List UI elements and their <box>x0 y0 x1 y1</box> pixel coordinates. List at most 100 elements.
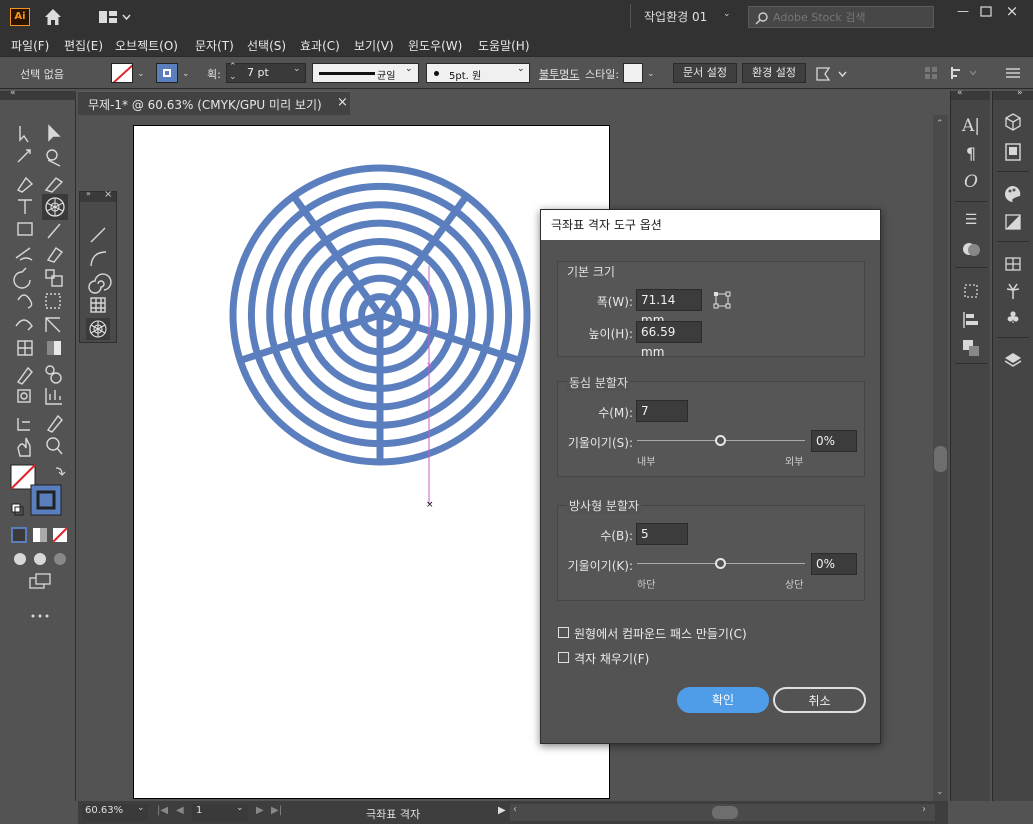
close-window-button[interactable]: × <box>1001 2 1023 20</box>
next-page-icon[interactable]: ▶ <box>256 805 264 816</box>
collapse-icon[interactable]: « <box>957 88 963 98</box>
libraries-panel-icon[interactable] <box>1002 141 1024 163</box>
menu-edit[interactable]: 편집(E) <box>64 37 103 54</box>
stock-search-input[interactable] <box>773 9 929 25</box>
character-panel-icon[interactable]: A| <box>960 115 982 137</box>
3d-panel-icon[interactable] <box>1002 111 1024 133</box>
flyout-tools[interactable] <box>80 204 116 344</box>
ok-button[interactable]: 확인 <box>677 687 769 713</box>
fill-grid-checkbox[interactable] <box>558 652 569 663</box>
menu-object[interactable]: 오브젝트(O) <box>115 37 178 54</box>
scroll-up-icon[interactable]: ⌃ <box>936 119 944 129</box>
brush-dropdown[interactable]: 5pt. 원 ⌄ <box>426 63 530 83</box>
document-setup-button[interactable]: 문서 설정 <box>673 63 737 83</box>
fill-swatch[interactable] <box>111 63 133 83</box>
right-panel-strip-2: » ♣ <box>992 88 1033 801</box>
scroll-right-icon[interactable]: › <box>922 804 926 815</box>
menu-file[interactable]: 파일(F) <box>11 37 49 54</box>
arrange-documents-icon[interactable] <box>98 9 132 25</box>
chevron-down-icon[interactable]: ⌄ <box>182 69 190 79</box>
transform-panel-icon[interactable] <box>960 280 982 302</box>
chevron-down-icon[interactable]: ⌄ <box>236 803 244 813</box>
symbols-panel-icon[interactable]: ♣ <box>1002 307 1024 329</box>
compound-path-checkbox[interactable] <box>558 627 569 638</box>
brushes-panel-icon[interactable] <box>1002 280 1024 302</box>
close-tab-icon[interactable]: × <box>337 95 348 110</box>
zoom-field[interactable]: 60.63% ⌄ <box>82 803 148 821</box>
scroll-thumb[interactable] <box>934 446 947 472</box>
chevron-down-icon[interactable]: ⌄ <box>137 803 145 813</box>
menu-effect[interactable]: 효과(C) <box>300 37 340 54</box>
align-grid-icon[interactable] <box>924 66 938 80</box>
home-icon[interactable] <box>42 6 64 28</box>
chevron-down-icon[interactable]: ⌄ <box>137 69 145 79</box>
chevron-down-icon[interactable]: ⌄ <box>293 64 301 74</box>
document-tab[interactable]: 무제-1* @ 60.63% (CMYK/GPU 미리 보기) × <box>78 91 350 115</box>
maximize-button[interactable] <box>975 4 997 20</box>
width-field[interactable]: 71.14 mm <box>636 289 702 327</box>
radial-skew-knob[interactable] <box>715 558 726 569</box>
chevron-down-icon[interactable]: ⌄ <box>647 69 655 79</box>
tools-panel <box>0 100 76 801</box>
layers-panel-icon[interactable] <box>1002 349 1024 371</box>
opacity-link[interactable]: 불투명도 <box>539 66 579 82</box>
transparency-panel-icon[interactable] <box>960 238 982 260</box>
radial-count-label: 수(B): <box>600 529 633 543</box>
status-menu-icon[interactable]: ▶ <box>498 805 506 816</box>
h-scroll-thumb[interactable] <box>712 806 738 819</box>
page-field[interactable]: 1 ⌄ <box>192 803 248 821</box>
paragraph-panel-icon[interactable]: ¶ <box>960 143 982 165</box>
collapse-icon[interactable]: » <box>86 189 91 198</box>
collapse-icon[interactable]: « <box>10 88 16 98</box>
close-icon[interactable]: × <box>104 189 112 200</box>
pathfinder-panel-icon[interactable] <box>960 337 982 359</box>
polar-grid-options-dialog: 극좌표 격자 도구 옵션 기본 크기 폭(W): 71.14 mm 높이(H):… <box>540 209 881 744</box>
menu-type[interactable]: 문자(T) <box>195 37 234 54</box>
menu-help[interactable]: 도움말(H) <box>478 37 530 54</box>
concentric-skew-knob[interactable] <box>715 435 726 446</box>
spiral-tool-icon <box>88 273 112 294</box>
color-panel-icon[interactable] <box>1002 183 1024 205</box>
workspace-switcher[interactable]: 작업환경 01 ⌄ <box>630 4 738 28</box>
default-size-title: 기본 크기 <box>567 265 615 279</box>
concentric-skew-field[interactable]: 0% <box>811 430 857 452</box>
menu-window[interactable]: 윈도우(W) <box>408 37 462 54</box>
transform-icon[interactable] <box>950 66 984 80</box>
minimize-button[interactable]: — <box>952 4 974 20</box>
color-guide-panel-icon[interactable] <box>1002 211 1024 233</box>
prev-page-icon[interactable]: ◀ <box>176 805 184 816</box>
opentype-panel-icon[interactable]: O <box>960 171 982 193</box>
swatches-panel-icon[interactable] <box>1002 253 1024 275</box>
stroke-profile-dropdown[interactable]: 균일 ⌄ <box>312 63 419 83</box>
panel-menu-icon[interactable] <box>1004 66 1022 80</box>
stroke-swatch[interactable] <box>156 63 178 83</box>
last-page-icon[interactable]: ▶| <box>271 805 282 816</box>
preferences-button[interactable]: 환경 설정 <box>742 63 806 83</box>
collapse-icon[interactable]: » <box>1017 88 1023 98</box>
stroke-panel-icon[interactable]: ☰ <box>960 209 982 231</box>
concentric-count-field[interactable]: 7 <box>636 400 688 422</box>
radial-count-field[interactable]: 5 <box>636 523 688 545</box>
scroll-left-icon[interactable]: ‹ <box>513 804 517 815</box>
fill-grid-label[interactable]: 격자 채우기(F) <box>574 650 649 667</box>
first-page-icon[interactable]: |◀ <box>157 805 168 816</box>
horizontal-scrollbar[interactable]: ‹ › <box>510 804 935 821</box>
scroll-down-icon[interactable]: ⌄ <box>936 787 944 797</box>
artboard[interactable]: × × <box>133 125 610 799</box>
title-bar: Ai 작업환경 01 ⌄ — × <box>0 0 1033 34</box>
vertical-scrollbar[interactable]: ⌃ ⌄ <box>933 115 948 801</box>
graphic-style-swatch[interactable] <box>623 63 643 83</box>
stroke-weight-field[interactable]: ⌃ ⌄ 7 pt ⌄ <box>226 62 306 83</box>
align-panel-icon[interactable] <box>960 309 982 331</box>
compound-path-label[interactable]: 원형에서 컴파운드 패스 만들기(C) <box>574 625 747 642</box>
flyout-header: » × <box>80 189 116 202</box>
menu-view[interactable]: 보기(V) <box>354 37 394 54</box>
radial-skew-field[interactable]: 0% <box>811 553 857 575</box>
stepper-icon[interactable]: ⌃ ⌄ <box>229 62 237 82</box>
puppet-warp-icon[interactable] <box>815 65 849 83</box>
stock-search-box[interactable] <box>748 6 934 28</box>
cancel-button[interactable]: 취소 <box>773 687 866 713</box>
reference-point-icon[interactable] <box>713 291 731 309</box>
menu-select[interactable]: 선택(S) <box>247 37 286 54</box>
height-field[interactable]: 66.59 mm <box>636 321 702 359</box>
